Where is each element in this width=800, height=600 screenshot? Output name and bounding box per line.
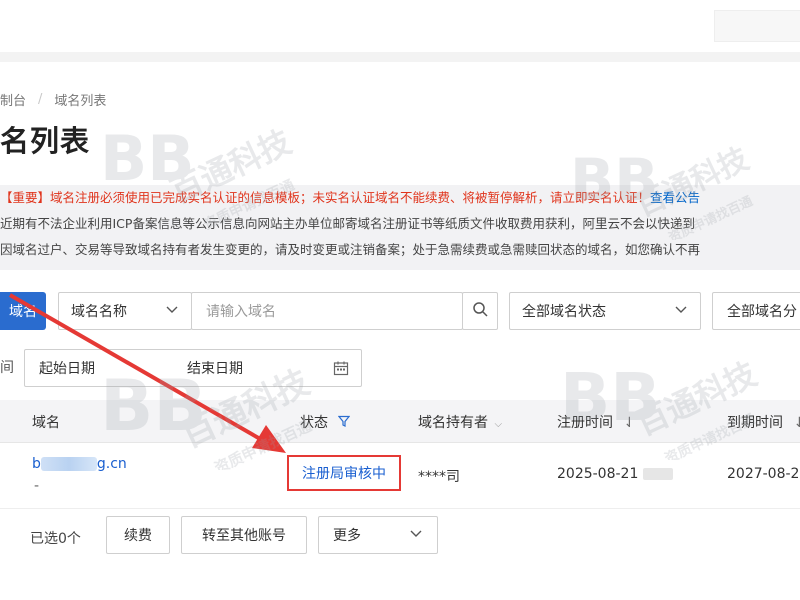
annotation-arrow bbox=[9, 293, 286, 453]
